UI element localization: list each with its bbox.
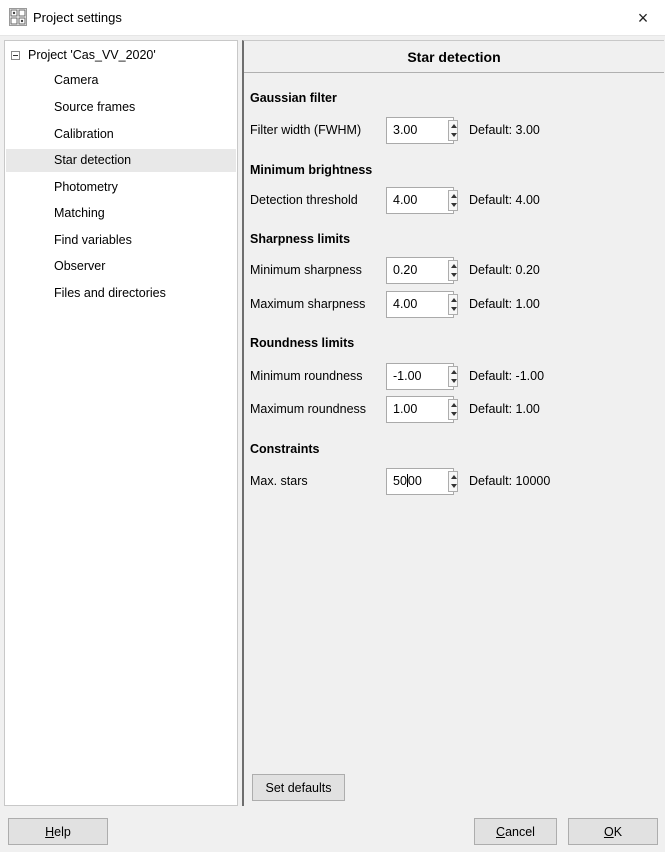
section-constraints: Constraints: [250, 442, 320, 456]
set-defaults-button[interactable]: Set defaults: [252, 774, 345, 801]
ok-button[interactable]: OK: [568, 818, 658, 845]
spin-down-icon[interactable]: [451, 484, 457, 488]
spin-down-icon[interactable]: [451, 379, 457, 383]
cancel-label: ancel: [505, 824, 535, 839]
filter-width-spinner[interactable]: [448, 120, 458, 141]
collapse-icon[interactable]: [11, 50, 20, 60]
max-stars-spinner[interactable]: [448, 471, 458, 492]
tree-item-observer[interactable]: Observer: [6, 255, 236, 278]
tree-item-calibration[interactable]: Calibration: [6, 123, 236, 146]
minimum-roundness-default: Default: -1.00: [469, 369, 545, 383]
tree-item-matching[interactable]: Matching: [6, 202, 236, 225]
max-stars-value: 5000: [393, 474, 422, 488]
filter-width-label: Filter width (FWHM): [250, 123, 362, 137]
settings-panel: Star detection Gaussian filter Filter wi…: [242, 40, 664, 806]
spin-up-icon[interactable]: [451, 475, 457, 479]
cancel-button[interactable]: Cancel: [474, 818, 557, 845]
minimum-sharpness-input[interactable]: 0.20: [386, 257, 454, 284]
minimum-sharpness-default: Default: 0.20: [469, 263, 540, 277]
max-stars-value-before-caret: 50: [393, 474, 407, 488]
tree-root[interactable]: Project 'Cas_VV_2020': [11, 46, 156, 64]
settings-tree[interactable]: Project 'Cas_VV_2020' Camera Source fram…: [4, 40, 238, 806]
section-minimum-brightness: Minimum brightness: [250, 163, 373, 177]
section-roundness-limits: Roundness limits: [250, 336, 355, 350]
maximum-sharpness-spinner[interactable]: [448, 294, 458, 315]
maximum-sharpness-label: Maximum sharpness: [250, 297, 366, 311]
spin-down-icon[interactable]: [451, 133, 457, 137]
max-stars-default: Default: 10000: [469, 474, 551, 488]
filter-width-default: Default: 3.00: [469, 123, 540, 137]
minimum-roundness-value: -1.00: [393, 369, 422, 383]
close-button[interactable]: ×: [621, 0, 665, 36]
max-stars-input[interactable]: 5000: [386, 468, 454, 495]
max-stars-value-after-caret: 00: [407, 474, 422, 488]
minimum-roundness-input[interactable]: -1.00: [386, 363, 454, 390]
detection-threshold-input[interactable]: 4.00: [386, 187, 454, 214]
maximum-sharpness-default: Default: 1.00: [469, 297, 540, 311]
spin-up-icon[interactable]: [451, 194, 457, 198]
tree-item-camera[interactable]: Camera: [6, 69, 236, 92]
spin-down-icon[interactable]: [451, 412, 457, 416]
minimum-sharpness-spinner[interactable]: [448, 260, 458, 281]
project-settings-icon: [9, 8, 27, 26]
tree-item-source-frames[interactable]: Source frames: [6, 96, 236, 119]
title-bar: Project settings ×: [0, 0, 665, 36]
spin-up-icon[interactable]: [451, 370, 457, 374]
tree-item-photometry[interactable]: Photometry: [6, 176, 236, 199]
cancel-mnemonic: C: [496, 824, 506, 839]
detection-threshold-label: Detection threshold: [250, 193, 358, 207]
help-button[interactable]: Help: [8, 818, 108, 845]
spin-up-icon[interactable]: [451, 264, 457, 268]
minimum-sharpness-label: Minimum sharpness: [250, 263, 362, 277]
maximum-roundness-input[interactable]: 1.00: [386, 396, 454, 423]
ok-mnemonic: O: [603, 824, 614, 839]
maximum-roundness-default: Default: 1.00: [469, 402, 540, 416]
detection-threshold-value: 4.00: [393, 193, 418, 207]
max-stars-label: Max. stars: [250, 474, 308, 488]
close-icon: ×: [637, 7, 649, 28]
help-mnemonic: H: [45, 824, 55, 839]
section-sharpness-limits: Sharpness limits: [250, 232, 351, 246]
detection-threshold-spinner[interactable]: [448, 190, 458, 211]
tree-item-star-detection[interactable]: Star detection: [6, 149, 236, 172]
spin-down-icon[interactable]: [451, 273, 457, 277]
tree-root-label: Project 'Cas_VV_2020': [28, 48, 156, 62]
section-gaussian-filter: Gaussian filter: [250, 91, 337, 105]
maximum-sharpness-value: 4.00: [393, 297, 418, 311]
maximum-roundness-spinner[interactable]: [448, 399, 458, 420]
spin-up-icon[interactable]: [451, 298, 457, 302]
spin-up-icon[interactable]: [451, 403, 457, 407]
tree-item-files-and-directories[interactable]: Files and directories: [6, 282, 236, 305]
detection-threshold-default: Default: 4.00: [469, 193, 540, 207]
spin-down-icon[interactable]: [451, 203, 457, 207]
maximum-sharpness-input[interactable]: 4.00: [386, 291, 454, 318]
help-label: elp: [54, 824, 71, 839]
maximum-roundness-label: Maximum roundness: [250, 402, 367, 416]
filter-width-value: 3.00: [393, 123, 418, 137]
minimum-roundness-label: Minimum roundness: [250, 369, 363, 383]
minimum-sharpness-value: 0.20: [393, 263, 418, 277]
maximum-roundness-value: 1.00: [393, 402, 418, 416]
filter-width-input[interactable]: 3.00: [386, 117, 454, 144]
window-title: Project settings: [33, 10, 122, 25]
spin-down-icon[interactable]: [451, 307, 457, 311]
panel-title: Star detection: [244, 41, 664, 73]
ok-label: K: [613, 824, 623, 839]
tree-item-find-variables[interactable]: Find variables: [6, 229, 236, 252]
spin-up-icon[interactable]: [451, 124, 457, 128]
minimum-roundness-spinner[interactable]: [448, 366, 458, 387]
